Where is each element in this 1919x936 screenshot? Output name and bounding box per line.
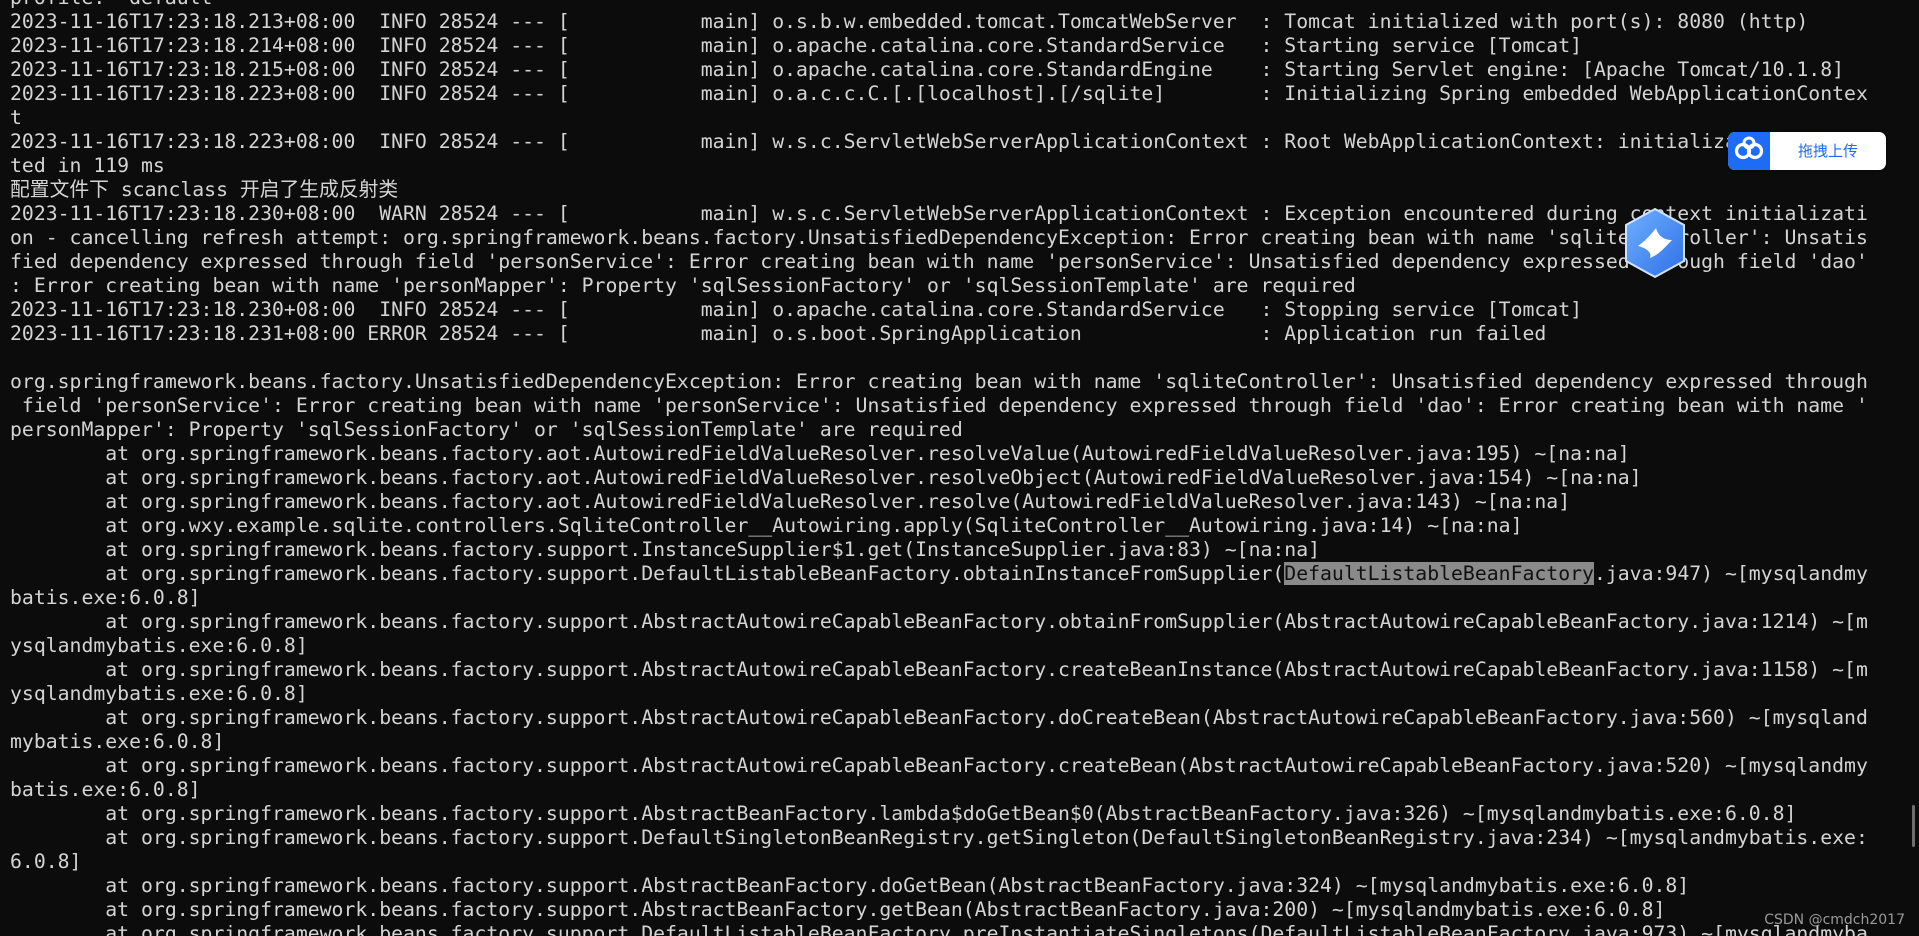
terminal-line: ted in 119 ms (10, 154, 165, 177)
terminal-line: at org.wxy.example.sqlite.controllers.Sq… (10, 514, 1523, 537)
vertical-scrollbar[interactable] (1912, 805, 1915, 847)
terminal-line: at org.springframework.beans.factory.sup… (10, 610, 1868, 633)
floating-assistant-button[interactable] (1622, 206, 1688, 280)
terminal-line: at org.springframework.beans.factory.sup… (10, 826, 1868, 849)
terminal-line: at org.springframework.beans.factory.aot… (10, 442, 1630, 465)
selected-text[interactable]: DefaultListableBeanFactory (1284, 562, 1594, 585)
terminal-output[interactable]: profile: "default" 2023-11-16T17:23:18.2… (10, 0, 1919, 936)
terminal-line: at org.springframework.beans.factory.sup… (10, 538, 1321, 561)
baidu-netdisk-icon (1728, 132, 1770, 170)
terminal-line: at org.springframework.beans.factory.sup… (10, 898, 1666, 921)
terminal-line: 2023-11-16T17:23:18.214+08:00 INFO 28524… (10, 34, 1583, 57)
terminal-line: 6.0.8] (10, 850, 82, 873)
terminal-window[interactable]: profile: "default" 2023-11-16T17:23:18.2… (0, 0, 1919, 936)
terminal-line: 配置文件下 scanclass 开启了生成反射类 (10, 178, 399, 201)
terminal-line: 2023-11-16T17:23:18.223+08:00 INFO 28524… (10, 130, 1737, 153)
terminal-line: 2023-11-16T17:23:18.231+08:00 ERROR 2852… (10, 322, 1547, 345)
terminal-line-with-selection: at org.springframework.beans.factory.sup… (10, 562, 1919, 586)
drag-upload-widget[interactable]: 拖拽上传 (1728, 132, 1886, 170)
watermark: CSDN @cmdch2017 (1764, 912, 1905, 928)
terminal-line: at org.springframework.beans.factory.sup… (10, 802, 1797, 825)
terminal-line: 2023-11-16T17:23:18.223+08:00 INFO 28524… (10, 82, 1868, 105)
feishu-bird-icon (1625, 207, 1685, 279)
terminal-line: batis.exe:6.0.8] (10, 778, 201, 801)
terminal-line: batis.exe:6.0.8] (10, 586, 201, 609)
terminal-line: at org.springframework.beans.factory.sup… (10, 922, 1868, 936)
terminal-line: at org.springframework.beans.factory.aot… (10, 466, 1642, 489)
terminal-line: at org.springframework.beans.factory.aot… (10, 490, 1571, 513)
line-prefix: at org.springframework.beans.factory.sup… (10, 562, 1285, 585)
terminal-line: 2023-11-16T17:23:18.213+08:00 INFO 28524… (10, 10, 1809, 33)
drag-upload-label: 拖拽上传 (1797, 142, 1858, 160)
terminal-line: at org.springframework.beans.factory.sup… (10, 706, 1868, 729)
terminal-line: at org.springframework.beans.factory.sup… (10, 754, 1868, 777)
terminal-line: at org.springframework.beans.factory.sup… (10, 874, 1690, 897)
terminal-line: ysqlandmybatis.exe:6.0.8] (10, 634, 308, 657)
terminal-line: at org.springframework.beans.factory.sup… (10, 658, 1868, 681)
terminal-line: profile: "default" (10, 0, 1919, 10)
terminal-line: t (10, 106, 22, 129)
terminal-line: 2023-11-16T17:23:18.230+08:00 INFO 28524… (10, 298, 1583, 321)
terminal-line: personMapper': Property 'sqlSessionFacto… (10, 418, 963, 441)
terminal-line: ysqlandmybatis.exe:6.0.8] (10, 682, 308, 705)
line-suffix: .java:947) ~[mysqlandmy (1593, 562, 1868, 585)
terminal-line: 2023-11-16T17:23:18.215+08:00 INFO 28524… (10, 58, 1845, 81)
terminal-line: field 'personService': Error creating be… (10, 394, 1868, 417)
terminal-line: org.springframework.beans.factory.Unsati… (10, 370, 1868, 393)
terminal-line: mybatis.exe:6.0.8] (10, 730, 225, 753)
